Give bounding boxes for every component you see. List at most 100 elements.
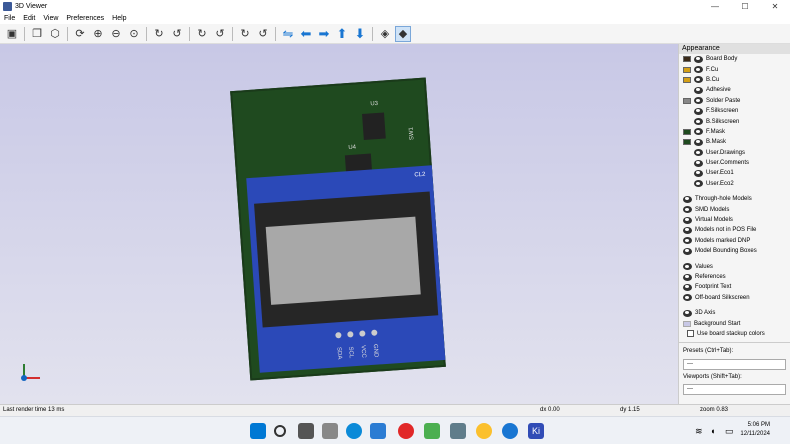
kicad-icon[interactable]: Ki [528,423,544,439]
zoom-out-icon[interactable]: ⊖ [108,26,124,42]
eye-icon[interactable] [694,86,703,94]
menu-edit[interactable]: Edit [19,15,39,22]
layer-row-f-mask[interactable]: F.Mask [679,127,790,137]
rotate-z-cw-icon[interactable]: ↻ [237,26,253,42]
battery-icon[interactable]: ▭ [725,426,734,437]
stackup-checkbox[interactable] [687,330,694,338]
app-icon[interactable] [502,423,518,439]
model-toggle-model-bounding-boxes[interactable]: Model Bounding Boxes [679,246,790,256]
close-button[interactable]: ✕ [760,0,790,13]
eye-icon[interactable] [694,97,703,105]
eye-icon[interactable] [694,149,703,157]
color-swatch[interactable] [683,66,691,73]
eye-icon[interactable] [694,159,703,167]
widgets-icon[interactable] [322,423,338,439]
layer-row-user-eco2[interactable]: User.Eco2 [679,179,790,189]
color-swatch[interactable] [683,128,691,135]
model-toggle-models-not-in-pos-file[interactable]: Models not in POS File [679,225,790,235]
refresh-icon[interactable]: ⟳ [72,26,88,42]
flip-icon[interactable]: ⇋ [280,26,296,42]
zoom-in-icon[interactable]: ⊕ [90,26,106,42]
color-swatch[interactable] [683,139,691,146]
model-toggle-smd-models[interactable]: SMD Models [679,204,790,214]
layer-row-adhesive[interactable]: Adhesive [679,85,790,95]
color-swatch[interactable] [683,76,691,83]
eye-icon[interactable] [683,273,692,281]
eye-icon[interactable] [683,226,692,234]
menu-file[interactable]: File [0,15,19,22]
zoom-fit-icon[interactable]: ⊙ [126,26,142,42]
app-icon[interactable] [424,423,440,439]
minimize-button[interactable]: — [700,0,730,13]
presets-select[interactable]: --- [683,358,786,370]
color-swatch[interactable] [683,320,691,327]
eye-icon[interactable] [683,294,692,302]
background-start[interactable]: Background Start [679,318,790,328]
eye-icon[interactable] [694,55,703,63]
layers-icon[interactable]: ◆ [395,25,411,42]
viewports-select[interactable]: --- [683,383,786,395]
rotate-z-ccw-icon[interactable]: ↺ [255,26,271,42]
menu-help[interactable]: Help [108,15,130,22]
pan-down-icon[interactable]: ⬇ [352,26,368,42]
menu-preferences[interactable]: Preferences [62,15,108,22]
text-toggle-values[interactable]: Values [679,261,790,271]
eye-icon[interactable] [694,118,703,126]
ortho-icon[interactable]: ◈ [377,26,393,42]
eye-icon[interactable] [694,180,703,188]
layer-row-b-cu[interactable]: B.Cu [679,75,790,85]
color-swatch[interactable] [683,97,691,104]
text-toggle-footprint-text[interactable]: Footprint Text [679,282,790,292]
pan-left-icon[interactable]: ⬅ [298,26,314,42]
chrome-icon[interactable] [476,423,492,439]
rotate-y-ccw-icon[interactable]: ↺ [212,26,228,42]
menu-view[interactable]: View [39,15,62,22]
layer-row-board-body[interactable]: Board Body [679,54,790,64]
eye-icon[interactable] [683,247,692,255]
rotate-x-cw-icon[interactable]: ↻ [151,26,167,42]
layer-row-user-eco1[interactable]: User.Eco1 [679,168,790,178]
eye-icon[interactable] [694,76,703,84]
board-icon[interactable]: ⬡ [47,26,63,42]
render-icon[interactable]: ▣ [4,26,20,42]
rotate-y-cw-icon[interactable]: ↻ [194,26,210,42]
system-clock[interactable]: 5:06 PM 12/11/2024 [740,421,770,439]
eye-icon[interactable] [694,138,703,146]
layer-row-user-comments[interactable]: User.Comments [679,158,790,168]
axis-toggle[interactable]: 3D Axis [679,308,790,318]
pan-up-icon[interactable]: ⬆ [334,26,350,42]
eye-icon[interactable] [683,263,692,271]
eye-icon[interactable] [694,169,703,177]
eye-icon[interactable] [683,216,692,224]
task-view-icon[interactable] [298,423,314,439]
model-toggle-models-marked-dnp[interactable]: Models marked DNP [679,236,790,246]
wifi-icon[interactable]: ≋ [695,426,703,437]
eye-icon[interactable] [694,128,703,136]
layer-row-b-mask[interactable]: B.Mask [679,137,790,147]
start-icon[interactable] [250,423,266,439]
eye-icon[interactable] [694,66,703,74]
copy-icon[interactable]: ❐ [29,26,45,42]
layer-row-f-cu[interactable]: F.Cu [679,64,790,74]
volume-icon[interactable]: ◖ [710,426,715,436]
opera-icon[interactable] [398,423,414,439]
color-swatch[interactable] [683,56,691,63]
eye-icon[interactable] [683,309,692,317]
text-toggle-references[interactable]: References [679,272,790,282]
edge-icon[interactable] [346,423,362,439]
eye-icon[interactable] [694,107,703,115]
rotate-x-ccw-icon[interactable]: ↺ [169,26,185,42]
app-icon[interactable] [450,423,466,439]
model-toggle-through-hole-models[interactable]: Through-hole Models [679,194,790,204]
3d-canvas[interactable]: U3 U4 SW1 CL2 SDA SCL VCC GND [0,44,678,404]
model-toggle-virtual-models[interactable]: Virtual Models [679,215,790,225]
layer-row-solder-paste[interactable]: Solder Paste [679,96,790,106]
maximize-button[interactable]: ☐ [730,0,760,13]
text-toggle-off-board-silkscreen[interactable]: Off-board Silkscreen [679,293,790,303]
eye-icon[interactable] [683,237,692,245]
stackup-checkbox-row[interactable]: Use board stackup colors [679,329,790,339]
eye-icon[interactable] [683,195,692,203]
pcb-board[interactable]: U3 U4 SW1 CL2 SDA SCL VCC GND [230,77,446,381]
pan-right-icon[interactable]: ➡ [316,26,332,42]
eye-icon[interactable] [683,283,692,291]
